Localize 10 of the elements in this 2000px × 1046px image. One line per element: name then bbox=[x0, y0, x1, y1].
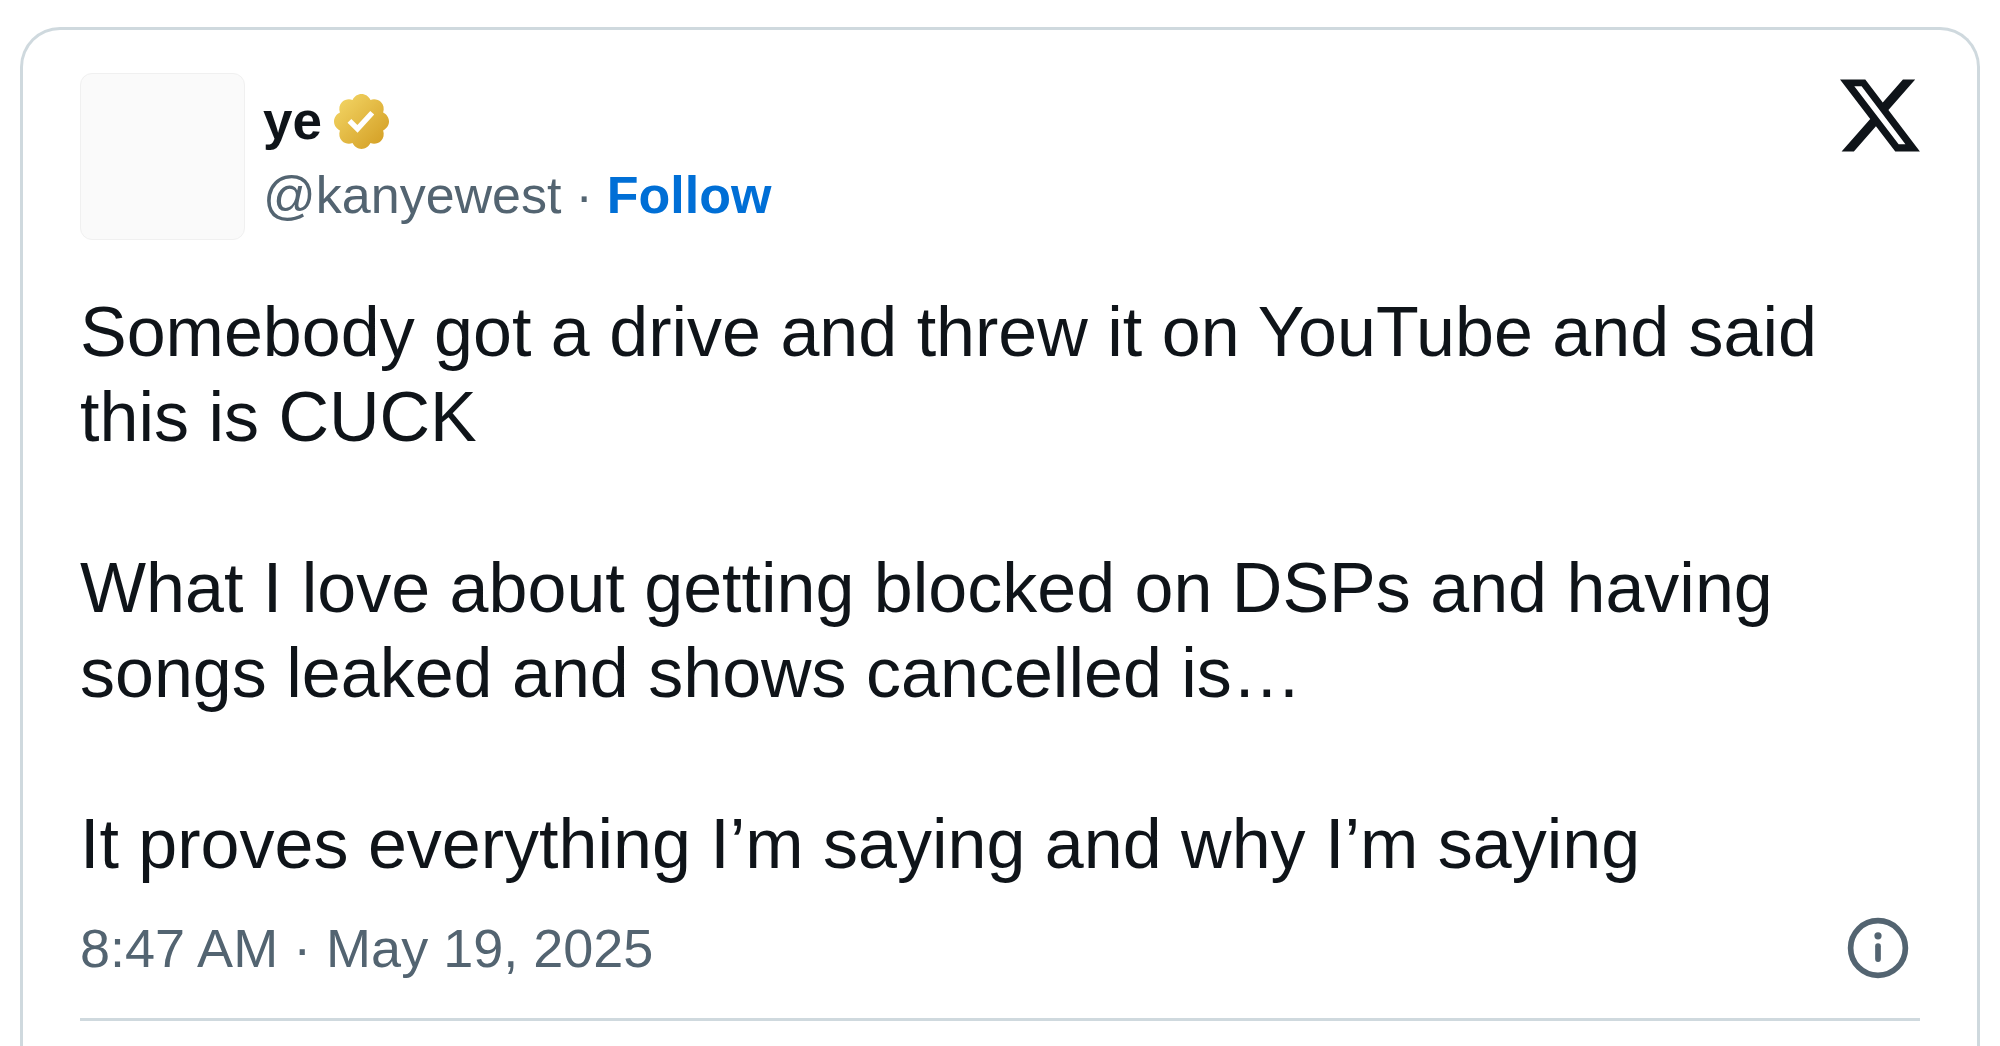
follow-link[interactable]: Follow bbox=[606, 163, 772, 227]
tweet-text: Somebody got a drive and threw it on YouTube and said this is CUCK bbox=[80, 292, 1818, 458]
author-handle[interactable]: @kanyewest bbox=[263, 163, 562, 227]
tweet-timestamp[interactable]: 8:47 AM · May 19, 2025 bbox=[80, 916, 654, 980]
tweet-text: It proves everything I’m saying and why I’m saying bbox=[80, 804, 1642, 885]
separator-dot: · bbox=[575, 165, 593, 226]
info-icon[interactable] bbox=[1847, 917, 1909, 979]
tweet-text: What I love about getting blocked on DSPs and having songs leaked and shows cancelled is… bbox=[80, 548, 1774, 714]
x-logo-icon[interactable] bbox=[1840, 78, 1920, 153]
author-name[interactable]: ye bbox=[263, 91, 322, 151]
